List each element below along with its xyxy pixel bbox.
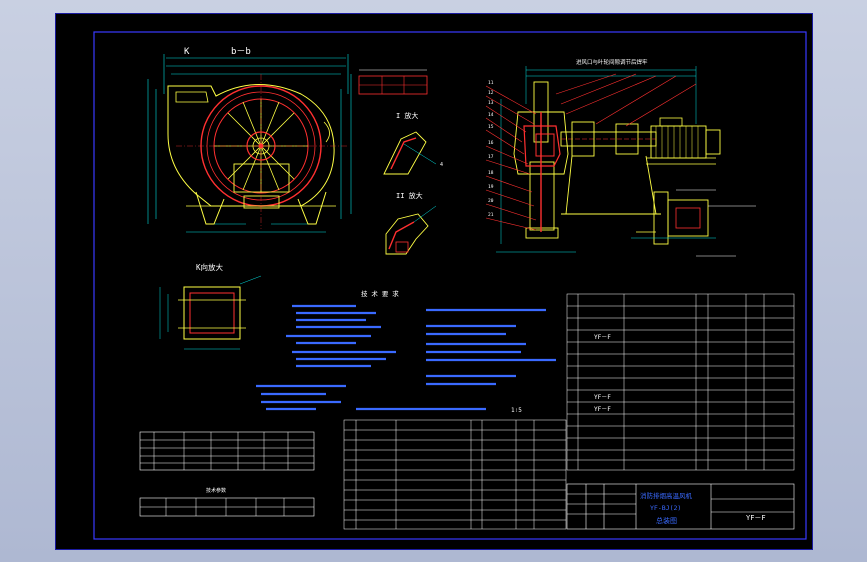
- small-top-table: [358, 69, 428, 95]
- detail-i-label: I 放大: [396, 111, 418, 120]
- detail-ii: II 放大: [385, 191, 437, 255]
- detail-i: I 放大 4: [383, 111, 443, 175]
- drawing-canvas: K b－b I 放大 4 II 放大 进风口与叶轮间隙调节后焊牢 111213 …: [93, 31, 807, 540]
- title-line-1: 消防排烟高温风机: [640, 491, 693, 500]
- top-note: 进风口与叶轮间隙调节后焊牢: [576, 58, 648, 66]
- svg-text:4: 4: [440, 162, 443, 168]
- left-view-fan: K b－b: [147, 47, 352, 233]
- svg-text:12: 12: [488, 90, 494, 96]
- svg-text:19: 19: [488, 184, 494, 190]
- code-c: YF－F: [594, 406, 611, 413]
- svg-text:20: 20: [488, 198, 494, 204]
- tech-req-title: 技 术 要 求: [361, 289, 399, 298]
- svg-text:11: 11: [488, 80, 494, 86]
- title-line-3: 总装图: [656, 516, 677, 525]
- detail-table-title: 技术参数: [206, 487, 226, 494]
- detail-table: 技术参数: [139, 487, 315, 517]
- view-left-label: b－b: [231, 47, 251, 57]
- detail-ii-label: II 放大: [396, 191, 423, 200]
- right-view-assembly: 进风口与叶轮间隙调节后焊牢 111213 141516 171819 2021: [485, 58, 756, 257]
- motor-icon: [646, 117, 721, 165]
- sheet-code: YF－F: [746, 514, 766, 522]
- svg-text:16: 16: [488, 140, 494, 146]
- k-enlarged-view: K向放大: [159, 262, 262, 350]
- view-left-prefix: K: [184, 47, 190, 57]
- title-line-2: YF-BJ(2): [650, 504, 681, 512]
- drawing-sheet[interactable]: K b－b I 放大 4 II 放大 进风口与叶轮间隙调节后焊牢 11 12 1…: [55, 13, 813, 550]
- svg-text:13: 13: [488, 100, 494, 106]
- code-b: YF－F: [594, 394, 611, 401]
- code-a: YF－F: [594, 334, 611, 341]
- view-enlarged-label: K向放大: [196, 262, 224, 272]
- svg-text:18: 18: [488, 170, 494, 176]
- parts-list-right: [566, 293, 795, 471]
- cad-viewer[interactable]: K b－b I 放大 4 II 放大 进风口与叶轮间隙调节后焊牢 11 12 1…: [0, 0, 867, 562]
- svg-text:17: 17: [488, 154, 494, 160]
- tech-requirements: 技 术 要 求 1∶5: [256, 289, 556, 414]
- svg-text:14: 14: [488, 112, 494, 118]
- svg-text:15: 15: [488, 124, 494, 130]
- param-table: [139, 431, 315, 471]
- svg-text:21: 21: [488, 212, 494, 218]
- scale-mark: 1∶5: [511, 407, 522, 414]
- parts-list-middle: [343, 419, 567, 530]
